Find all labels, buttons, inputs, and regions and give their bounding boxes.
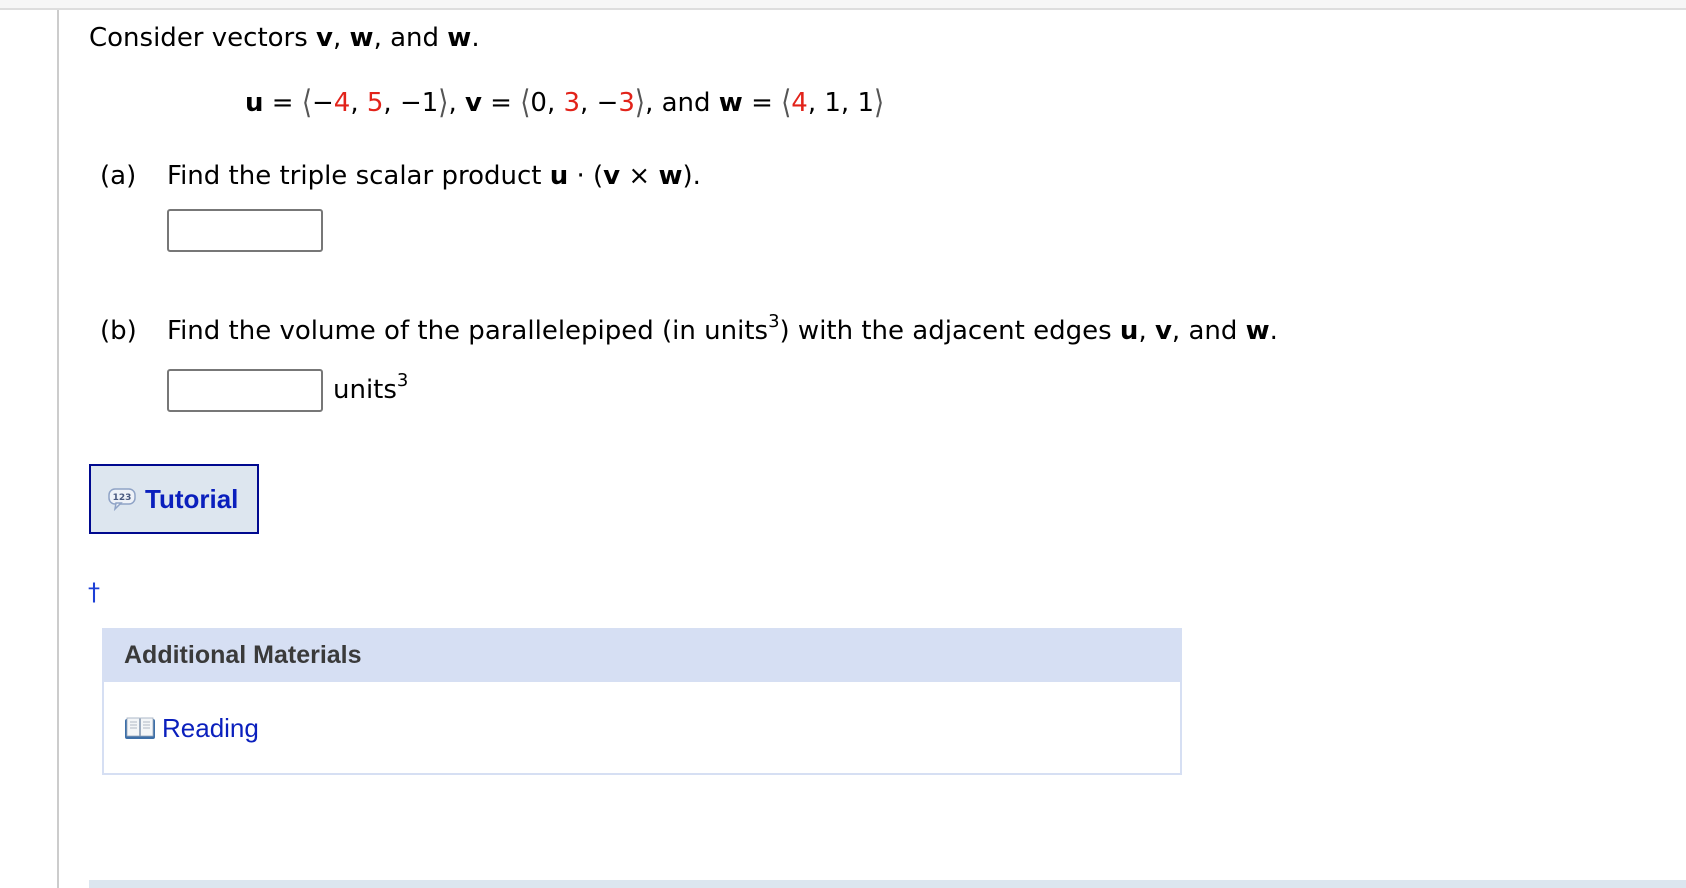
- intro-text: Consider vectors v, w, and w.: [89, 23, 480, 53]
- top-border: [0, 0, 1686, 10]
- book-icon: [125, 717, 155, 739]
- units-label: units3: [333, 370, 409, 406]
- dagger-footnote-mark: †: [88, 578, 100, 606]
- bottom-bar: [89, 880, 1686, 888]
- svg-text:123: 123: [113, 493, 132, 503]
- part-a-question: Find the triple scalar product u · (v × …: [167, 161, 701, 191]
- part-a-label: (a): [100, 161, 137, 191]
- vector-equation: u = ⟨−4, 5, −1⟩, v = ⟨0, 3, −3⟩, and w =…: [245, 84, 885, 122]
- vector-v: v = ⟨0, 3, −3⟩: [464, 84, 646, 122]
- tutorial-button[interactable]: 123 Tutorial: [89, 464, 259, 534]
- reading-label: Reading: [162, 713, 259, 743]
- reading-link[interactable]: Reading: [124, 713, 259, 744]
- left-border: [57, 10, 59, 888]
- 123-speech-bubble-icon: 123: [108, 488, 136, 511]
- vector-w: w = ⟨4, 1, 1⟩: [718, 84, 885, 122]
- part-b-question: Find the volume of the parallelepiped (i…: [167, 311, 1278, 347]
- additional-materials-panel: Additional Materials Reading: [102, 628, 1182, 775]
- part-b-answer-input[interactable]: [167, 369, 323, 412]
- additional-materials-title: Additional Materials: [104, 628, 1180, 682]
- part-b-label: (b): [100, 316, 137, 346]
- part-a-answer-input[interactable]: [167, 209, 323, 252]
- tutorial-label: Tutorial: [145, 483, 239, 514]
- vector-u: u = ⟨−4, 5, −1⟩: [245, 84, 449, 122]
